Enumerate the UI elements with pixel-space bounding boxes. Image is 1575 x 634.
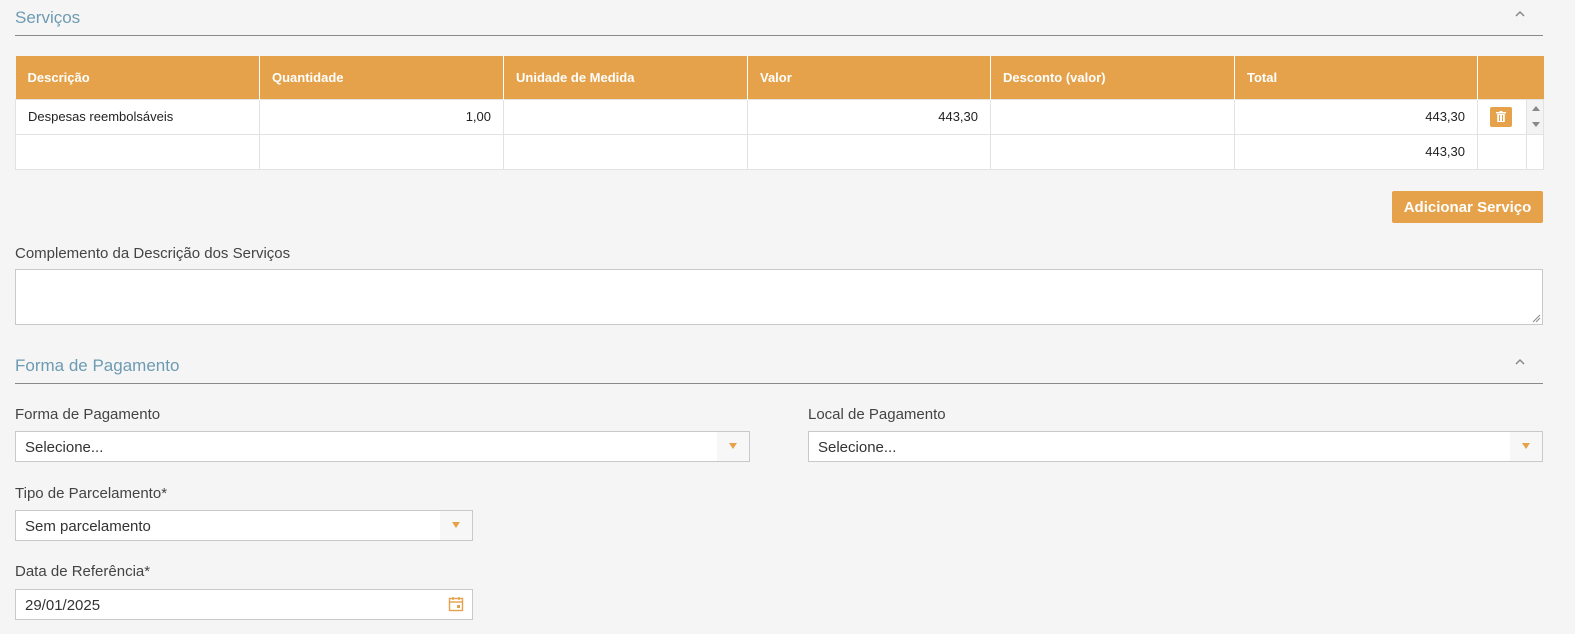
- cell-actions: [1477, 98, 1527, 135]
- pagamento-section-header: Forma de Pagamento: [15, 348, 1543, 384]
- cell-valor[interactable]: 443,30: [747, 98, 991, 135]
- cell-descricao[interactable]: Despesas reembolsáveis: [15, 98, 260, 135]
- row-scrollbar[interactable]: [1526, 98, 1544, 135]
- cell-total: 443,30: [1234, 98, 1478, 135]
- cell-quantidade[interactable]: 1,00: [259, 98, 504, 135]
- complemento-label: Complemento da Descrição dos Serviços: [15, 245, 291, 262]
- forma-pagamento-label: Forma de Pagamento: [15, 406, 161, 423]
- column-header-quantidade[interactable]: Quantidade: [259, 56, 504, 99]
- table-row[interactable]: Despesas reembolsáveis 1,00 443,30 443,3…: [15, 98, 1544, 135]
- chevron-up-icon[interactable]: [1515, 10, 1525, 20]
- resize-handle-icon[interactable]: [1532, 314, 1541, 323]
- cell-unidade[interactable]: [503, 98, 748, 135]
- tipo-parcelamento-select[interactable]: Sem parcelamento: [15, 510, 473, 541]
- caret-down-icon: [1522, 443, 1530, 449]
- column-header-valor[interactable]: Valor: [747, 56, 991, 99]
- servicos-section-title: Serviços: [15, 8, 81, 27]
- add-service-button[interactable]: Adicionar Serviço: [1392, 191, 1543, 223]
- trash-icon[interactable]: [1490, 106, 1512, 127]
- calendar-icon[interactable]: [448, 596, 464, 612]
- tipo-parcelamento-label: Tipo de Parcelamento*: [15, 485, 168, 502]
- cell-desconto[interactable]: [990, 98, 1235, 135]
- scroll-down-icon[interactable]: [1532, 121, 1540, 127]
- column-header-desconto[interactable]: Desconto (valor): [990, 56, 1235, 99]
- forma-pagamento-select[interactable]: Selecione...: [15, 431, 750, 462]
- data-referencia-label: Data de Referência*: [15, 563, 151, 580]
- tipo-parcelamento-value: Sem parcelamento: [25, 518, 151, 535]
- column-header-descricao[interactable]: Descrição: [15, 56, 260, 99]
- column-header-unidade[interactable]: Unidade de Medida: [503, 56, 748, 99]
- pagamento-section-title: Forma de Pagamento: [15, 356, 180, 375]
- chevron-up-icon[interactable]: [1515, 358, 1525, 368]
- caret-down-icon: [729, 443, 737, 449]
- complemento-textarea[interactable]: [15, 269, 1543, 325]
- caret-down-icon: [452, 522, 460, 528]
- column-header-actions: [1477, 56, 1544, 99]
- local-pagamento-value: Selecione...: [818, 439, 897, 456]
- footer-total: 443,30: [1234, 133, 1478, 170]
- data-referencia-input[interactable]: 29/01/2025: [15, 589, 473, 620]
- local-pagamento-label: Local de Pagamento: [808, 406, 946, 423]
- forma-pagamento-value: Selecione...: [25, 439, 104, 456]
- services-table: Descrição Quantidade Unidade de Medida V…: [15, 56, 1544, 170]
- column-header-total[interactable]: Total: [1234, 56, 1478, 99]
- servicos-section-header: Serviços: [15, 0, 1543, 36]
- scroll-up-icon[interactable]: [1532, 105, 1540, 111]
- local-pagamento-select[interactable]: Selecione...: [808, 431, 1543, 462]
- data-referencia-value: 29/01/2025: [25, 597, 101, 614]
- table-footer-row: 443,30: [15, 133, 1544, 170]
- table-header-row: Descrição Quantidade Unidade de Medida V…: [15, 56, 1544, 99]
